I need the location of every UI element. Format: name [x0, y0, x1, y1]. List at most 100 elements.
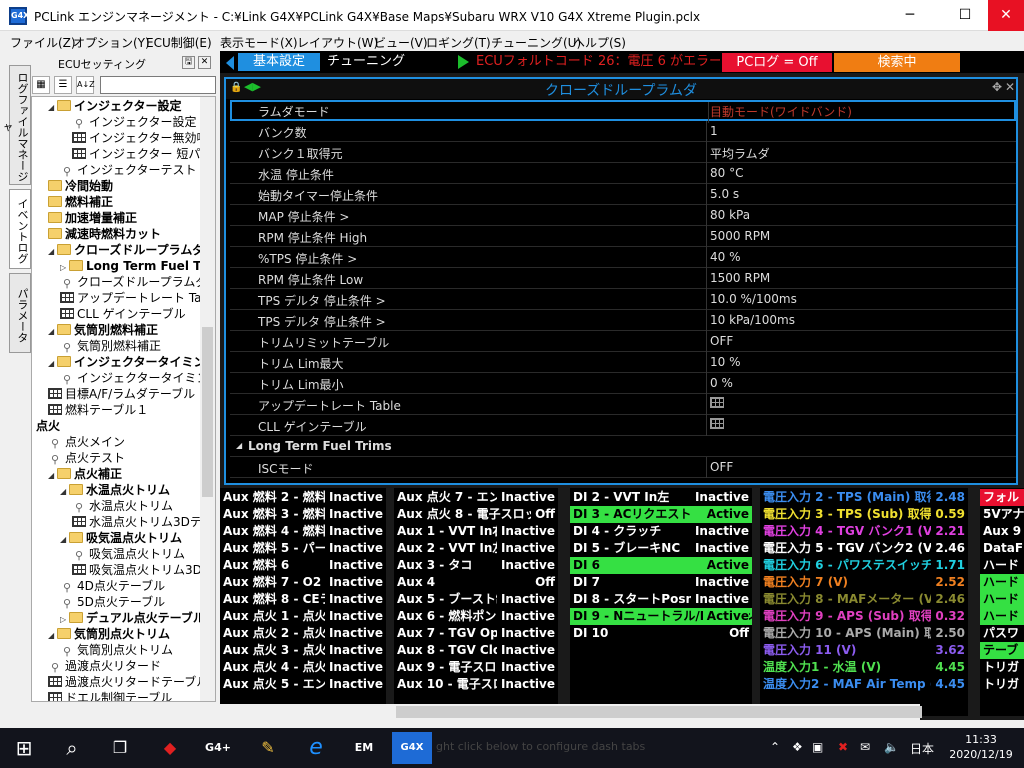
panel-close-icon[interactable]: ✕ — [1005, 80, 1015, 94]
parameter-row[interactable]: トリムリミットテーブル OFF — [230, 331, 1016, 352]
tree-search-input[interactable] — [100, 76, 216, 94]
app-icon-em[interactable]: EM — [344, 732, 384, 764]
collapse-icon[interactable]: ◢ — [236, 441, 242, 450]
app-icon-g4plus[interactable]: G4+ — [198, 732, 238, 764]
tree-item[interactable]: ⚲ インジェクタータイミング — [60, 370, 215, 386]
maximize-button[interactable]: ☐ — [942, 0, 988, 31]
parameter-value[interactable]: 1 — [710, 124, 718, 138]
tree-item[interactable]: ⚲ 過渡点火リタード — [48, 658, 161, 674]
task-view-icon[interactable]: ❐ — [100, 732, 140, 764]
dropbox-icon[interactable]: ❖ — [792, 740, 803, 754]
sort-az-icon[interactable]: A↓Z — [76, 76, 95, 94]
tree-item[interactable]: 過渡点火リタードテーブル — [48, 674, 208, 690]
tab-left-arrow-icon[interactable] — [226, 56, 234, 70]
tree-item[interactable]: ◢ クローズドループラムダ — [48, 242, 204, 258]
parameter-value[interactable]: 10 % — [710, 355, 741, 369]
expand-icon[interactable]: ◢ — [60, 532, 69, 548]
parameter-row[interactable]: RPM 停止条件 Low 1500 RPM — [230, 268, 1016, 289]
message-icon[interactable]: ✉ — [860, 740, 870, 754]
tree-item[interactable]: 目標A/F/ラムダテーブル — [48, 386, 195, 402]
app-icon-g4x[interactable]: G4X — [392, 732, 432, 764]
parameter-row[interactable]: バンク１取得元 平均ラムダ — [230, 142, 1016, 163]
panel-close-icon[interactable]: ✕ — [198, 56, 211, 69]
tree-item[interactable]: 燃料補正 — [48, 194, 113, 210]
tree-item[interactable]: 吸気温点火トリム3Dテーブル — [72, 562, 215, 578]
parameter-row[interactable]: %TPS 停止条件 > 40 % — [230, 247, 1016, 268]
parameter-value[interactable]: 0 % — [710, 376, 733, 390]
tree-item[interactable]: 水温点火トリム3Dテーブル — [72, 514, 215, 530]
parameter-row[interactable]: MAP 停止条件 > 80 kPa — [230, 205, 1016, 226]
speaker-icon[interactable]: 🔈 — [884, 740, 899, 754]
tab-basic-settings[interactable]: 基本設定 — [238, 53, 320, 71]
tree-item[interactable]: インジェクター無効噴射 — [72, 130, 215, 146]
tab-parameters[interactable]: パラメータ — [9, 273, 31, 353]
menu-layout[interactable]: レイアウト(W) — [297, 34, 378, 51]
tree-item[interactable]: ⚲ 点火メイン — [48, 434, 125, 450]
minimize-button[interactable]: ─ — [887, 0, 933, 31]
parameter-value[interactable]: OFF — [710, 460, 733, 474]
tree-item[interactable]: ⚲ インジェクターテスト — [60, 162, 197, 178]
menu-tuning[interactable]: チューニング(U) — [491, 34, 581, 51]
parameter-value[interactable]: 5000 RPM — [710, 229, 770, 243]
tree-item[interactable]: 冷間始動 — [48, 178, 113, 194]
tree-item[interactable]: ◢ インジェクタータイミング — [48, 354, 215, 370]
menu-ecu-control[interactable]: ECU制御(E) — [146, 34, 212, 51]
tree-item[interactable]: ◢ 水温点火トリム — [60, 482, 170, 498]
menu-display-mode[interactable]: 表示モード(X) — [220, 34, 298, 51]
categorized-icon[interactable]: ▦ — [32, 76, 50, 94]
tab-tuning[interactable]: チューニング — [326, 53, 406, 71]
tree-horizontal-scrollbar[interactable] — [32, 702, 200, 716]
parameter-row[interactable]: TPS デルタ 停止条件 > 10 kPa/100ms — [230, 310, 1016, 331]
parameter-value[interactable]: 10 kPa/100ms — [710, 313, 795, 327]
tree-item[interactable]: ドエル制御テーブル — [48, 690, 172, 701]
parameter-row[interactable]: TPS デルタ 停止条件 > 10.0 %/100ms — [230, 289, 1016, 310]
expand-icon[interactable]: ◢ — [60, 484, 69, 500]
parameter-value[interactable]: OFF — [710, 334, 733, 348]
parameter-row[interactable]: ISCモード OFF — [230, 457, 1016, 478]
tree-item[interactable]: ⚲ 水温点火トリム — [72, 498, 173, 514]
tree-item[interactable]: ◢ 点火補正 — [48, 466, 122, 482]
tree-item[interactable]: ⚲ 5D点火テーブル — [60, 594, 165, 610]
parameter-value[interactable]: 目動モード(ワイドバンド) — [710, 103, 852, 120]
parameter-row[interactable]: ラムダモード 目動モード(ワイドバンド) — [230, 100, 1016, 123]
parameter-row[interactable]: トリム Lim最小 0 % — [230, 373, 1016, 394]
app-icon-notepad[interactable]: ✎ — [248, 732, 288, 764]
input-language[interactable]: 日本 — [910, 740, 934, 757]
dash-horizontal-scrollbar[interactable] — [220, 704, 922, 720]
tree-item[interactable]: ⚲ 4D点火テーブル — [60, 578, 165, 594]
parameter-value[interactable] — [710, 418, 724, 432]
tree-item[interactable]: インジェクター 短パルス — [72, 146, 215, 162]
tree-item[interactable]: ▷ Long Term Fuel Trims — [60, 258, 215, 274]
parameter-row[interactable]: バンク数 1 — [230, 121, 1016, 142]
searching-button[interactable]: 検索中 — [834, 53, 960, 72]
parameter-row[interactable]: 始動タイマー停止条件 5.0 s — [230, 184, 1016, 205]
parameter-value[interactable]: 80 °C — [710, 166, 743, 180]
tree-item[interactable]: 点火 — [36, 418, 60, 434]
parameter-row[interactable]: 水温 停止条件 80 °C — [230, 163, 1016, 184]
menu-file[interactable]: ファイル(Z) — [10, 34, 76, 51]
table-icon[interactable] — [710, 418, 724, 429]
expand-icon[interactable]: ◢ — [48, 628, 57, 644]
menu-options[interactable]: オプション(Y) — [73, 34, 150, 51]
tree-item[interactable]: ▷ デュアル点火テーブル — [60, 610, 205, 626]
parameter-row[interactable]: ◢ Long Term Fuel Trims — [230, 436, 1016, 457]
app-icon-cube[interactable]: ◆ — [150, 732, 190, 764]
close-button[interactable]: ✕ — [988, 0, 1024, 31]
menu-logging[interactable]: ロギング(T) — [426, 34, 491, 51]
app-icon-ie[interactable]: e — [296, 732, 336, 764]
parameter-value[interactable]: 平均ラムダ — [710, 145, 770, 162]
pin-icon[interactable]: 🖫 — [182, 56, 195, 69]
tray-expand-icon[interactable]: ⌃ — [770, 740, 780, 754]
shield-icon[interactable]: ✖ — [838, 740, 848, 754]
parameter-value[interactable]: 10.0 %/100ms — [710, 292, 797, 306]
tree-item[interactable]: 減速時燃料カット — [48, 226, 161, 242]
expand-icon[interactable]: ◢ — [48, 468, 57, 484]
expand-icon[interactable]: ◢ — [48, 100, 57, 116]
parameter-value[interactable]: 40 % — [710, 250, 741, 264]
start-button[interactable]: ⊞ — [4, 732, 44, 764]
menu-view[interactable]: ビュー(V) — [374, 34, 428, 51]
tree-item[interactable]: ⚲ 吸気温点火トリム — [72, 546, 185, 562]
tree-item[interactable]: ◢ 気筒別点火トリム — [48, 626, 170, 642]
tree-item[interactable]: CLL ゲインテーブル — [60, 306, 186, 322]
parameter-value[interactable]: 1500 RPM — [710, 271, 770, 285]
